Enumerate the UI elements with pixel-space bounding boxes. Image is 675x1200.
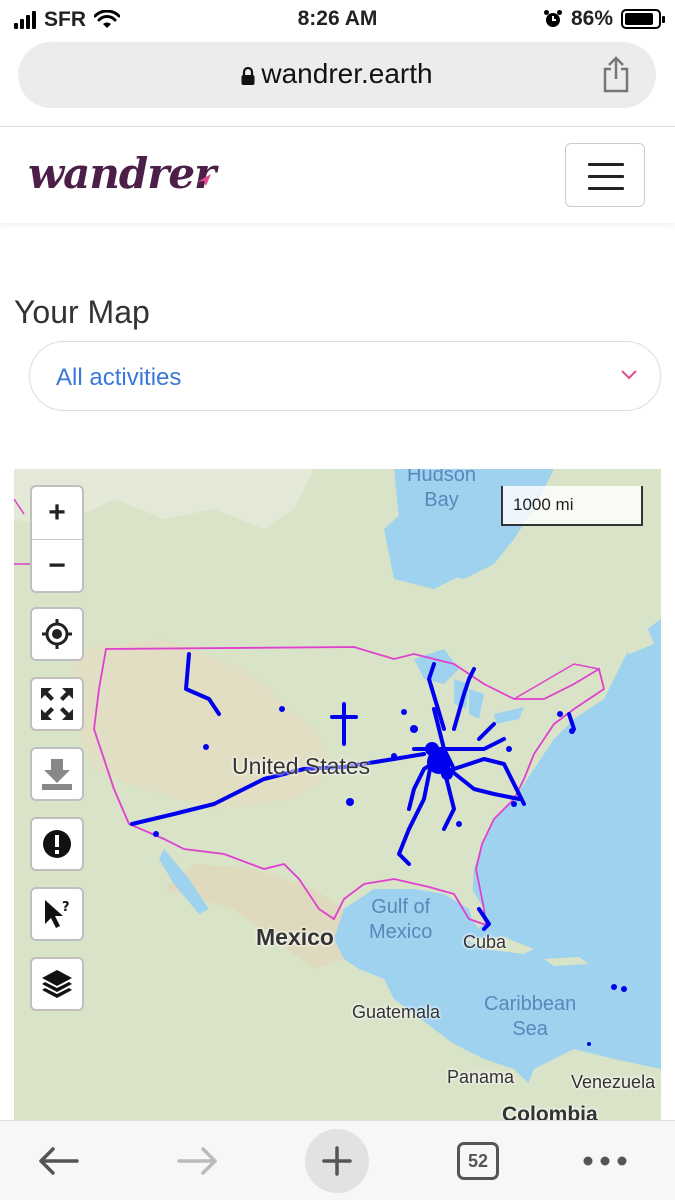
map-label-cuba: Cuba [463,932,507,952]
hamburger-menu-button[interactable] [565,143,645,207]
alarm-icon [543,10,562,27]
map-label-colombia: Colombia [502,1103,598,1120]
map-label-venezuela: Venezuela [571,1072,656,1092]
locate-icon [42,619,72,649]
more-icon [583,1156,627,1166]
zoom-in-button[interactable]: + [32,487,82,539]
url-text: wandrer.earth [261,58,433,89]
identify-button[interactable]: ? [30,887,84,941]
map-label-united-states: United States [232,753,371,779]
page-title: Your Map [14,294,150,330]
layers-icon [42,970,72,998]
share-icon[interactable] [600,56,632,94]
report-button[interactable] [30,817,84,871]
zoom-control: + − [30,485,84,593]
fullscreen-icon [41,688,73,720]
activity-map[interactable]: Hudson Bay United States Gulf of Mexico Me… [14,469,661,1120]
map-label-caribbean-sea: Caribbean Sea [484,993,577,1040]
site-header: wandrer [0,127,675,223]
zoom-out-button[interactable]: − [32,539,82,591]
address-bar[interactable]: wandrer.earth [18,42,656,108]
svg-text:?: ? [62,900,70,915]
map-label-guatemala: Guatemala [352,1002,441,1022]
back-arrow-icon [39,1147,79,1175]
download-icon [42,759,72,790]
layers-button[interactable] [30,957,84,1011]
map-label-gulf-of-mexico: Gulf of Mexico [369,896,433,943]
forward-arrow-icon [177,1147,217,1175]
download-button[interactable] [30,747,84,801]
status-bar: SFR 8:26 AM 86% [0,0,675,38]
forward-button[interactable] [170,1121,226,1200]
locate-button[interactable] [30,607,84,661]
hamburger-menu-icon [588,163,624,166]
back-button[interactable] [30,1121,86,1200]
identify-cursor-icon: ? [45,900,70,928]
new-tab-plus-icon [322,1146,352,1176]
map-label-mexico: Mexico [256,924,334,950]
battery-percent: 86% [570,7,613,30]
tabs-button[interactable]: 52 [455,1121,501,1200]
fullscreen-button[interactable] [30,677,84,731]
wandrer-logo[interactable]: wandrer [28,149,216,198]
battery-icon [621,9,665,29]
activity-filter-select[interactable]: All activities [29,341,661,411]
tabs-icon: 52 [457,1142,499,1180]
chevron-down-icon [621,370,637,380]
lock-icon [241,66,255,85]
activity-filter-value: All activities [56,364,182,391]
map-scale: 1000 mi [501,486,643,526]
logo-arrow-icon [197,174,211,186]
map-label-hudson-bay: Hudson Bay [407,469,476,511]
map-label-panama: Panama [447,1067,515,1087]
more-button[interactable] [580,1121,630,1200]
browser-toolbar: 52 [0,1120,675,1200]
report-icon [43,830,71,858]
new-tab-button[interactable] [305,1121,369,1200]
